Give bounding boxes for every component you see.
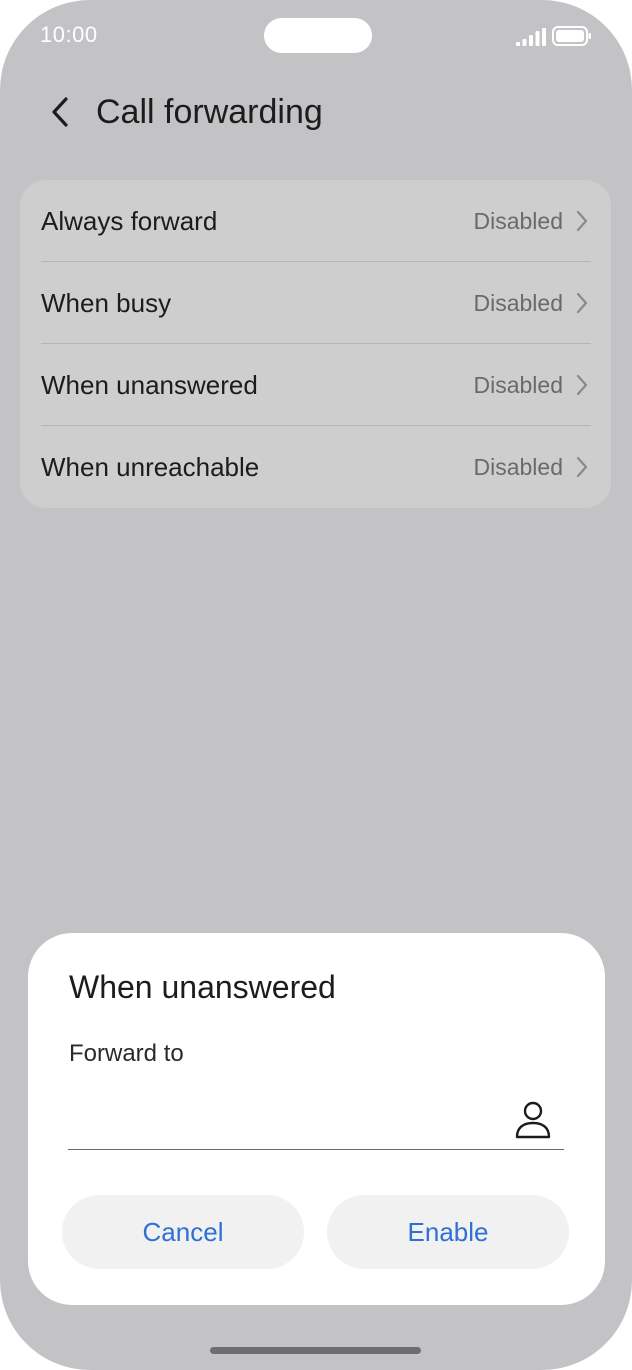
dialog-title: When unanswered (69, 969, 336, 1005)
cancel-button[interactable]: Cancel (62, 1195, 304, 1269)
signal-icon (516, 28, 546, 46)
option-status: Disabled (473, 372, 564, 398)
option-status: Disabled (473, 208, 564, 234)
option-always-forward[interactable]: Always forward Disabled (41, 180, 591, 262)
input-underline (68, 1149, 564, 1150)
chevron-right-icon (576, 456, 588, 478)
option-label: When unreachable (41, 452, 260, 482)
option-when-unanswered[interactable]: When unanswered Disabled (41, 344, 591, 426)
option-when-busy[interactable]: When busy Disabled (41, 262, 591, 344)
chevron-right-icon (576, 374, 588, 396)
status-time: 10:00 (40, 22, 98, 47)
page-title: Call forwarding (96, 93, 323, 131)
option-label: When busy (41, 288, 172, 318)
forward-dialog: When unanswered Forward to Cancel Enable (28, 933, 605, 1305)
option-label: When unanswered (41, 370, 258, 400)
contact-person-icon[interactable] (512, 1099, 554, 1141)
chevron-right-icon (576, 210, 588, 232)
option-status: Disabled (473, 290, 564, 316)
back-button[interactable] (40, 92, 80, 132)
header: Call forwarding (0, 72, 632, 152)
option-when-unreachable[interactable]: When unreachable Disabled (41, 426, 591, 508)
forwarding-options-list: Always forward Disabled When busy Disabl… (20, 180, 611, 508)
home-indicator[interactable] (210, 1347, 421, 1354)
forward-to-label: Forward to (69, 1040, 184, 1067)
status-bar: 10:00 (0, 0, 632, 72)
back-arrow-icon (52, 97, 68, 127)
phone-screen: 10:00 Call forwarding Always forward Dis… (0, 0, 632, 1370)
chevron-right-icon (576, 292, 588, 314)
option-status: Disabled (473, 454, 564, 480)
battery-icon (552, 26, 591, 46)
enable-button[interactable]: Enable (327, 1195, 569, 1269)
option-label: Always forward (41, 206, 218, 236)
dynamic-island (264, 18, 372, 53)
forward-to-input[interactable] (68, 1093, 512, 1145)
